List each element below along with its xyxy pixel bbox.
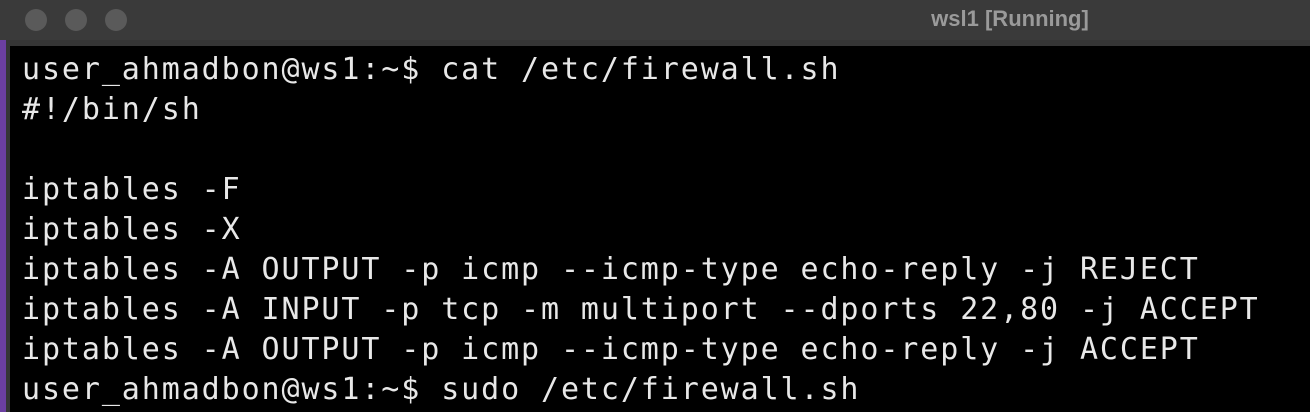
terminal-line-prompt-cat: user_ahmadbon@ws1:~$ cat /etc/firewall.s…	[22, 52, 841, 87]
terminal-output: user_ahmadbon@ws1:~$ cat /etc/firewall.s…	[22, 50, 1260, 410]
terminal-line-delete-chains: iptables -X	[22, 212, 242, 247]
terminal-line-blank	[22, 130, 1260, 170]
terminal-line-flush: iptables -F	[22, 172, 242, 207]
terminal-line-shebang: #!/bin/sh	[22, 92, 202, 127]
desktop-background-edge	[0, 40, 6, 412]
title-bar[interactable]: wsl1 [Running]	[0, 0, 1310, 40]
window-title: wsl1 [Running]	[931, 6, 1089, 31]
zoom-window-button[interactable]	[105, 9, 127, 31]
minimize-window-button[interactable]	[65, 9, 87, 31]
vm-window: wsl1 [Running] user_ahmadbon@ws1:~$ cat …	[0, 0, 1310, 412]
terminal-line-input-accept: iptables -A INPUT -p tcp -m multiport --…	[22, 292, 1260, 327]
terminal-line-output-accept: iptables -A OUTPUT -p icmp --icmp-type e…	[22, 332, 1200, 367]
terminal-line-prompt-sudo: user_ahmadbon@ws1:~$ sudo /etc/firewall.…	[22, 372, 861, 407]
terminal-screen[interactable]: user_ahmadbon@ws1:~$ cat /etc/firewall.s…	[10, 46, 1310, 412]
terminal-line-output-reject: iptables -A OUTPUT -p icmp --icmp-type e…	[22, 252, 1200, 287]
close-window-button[interactable]	[25, 9, 47, 31]
